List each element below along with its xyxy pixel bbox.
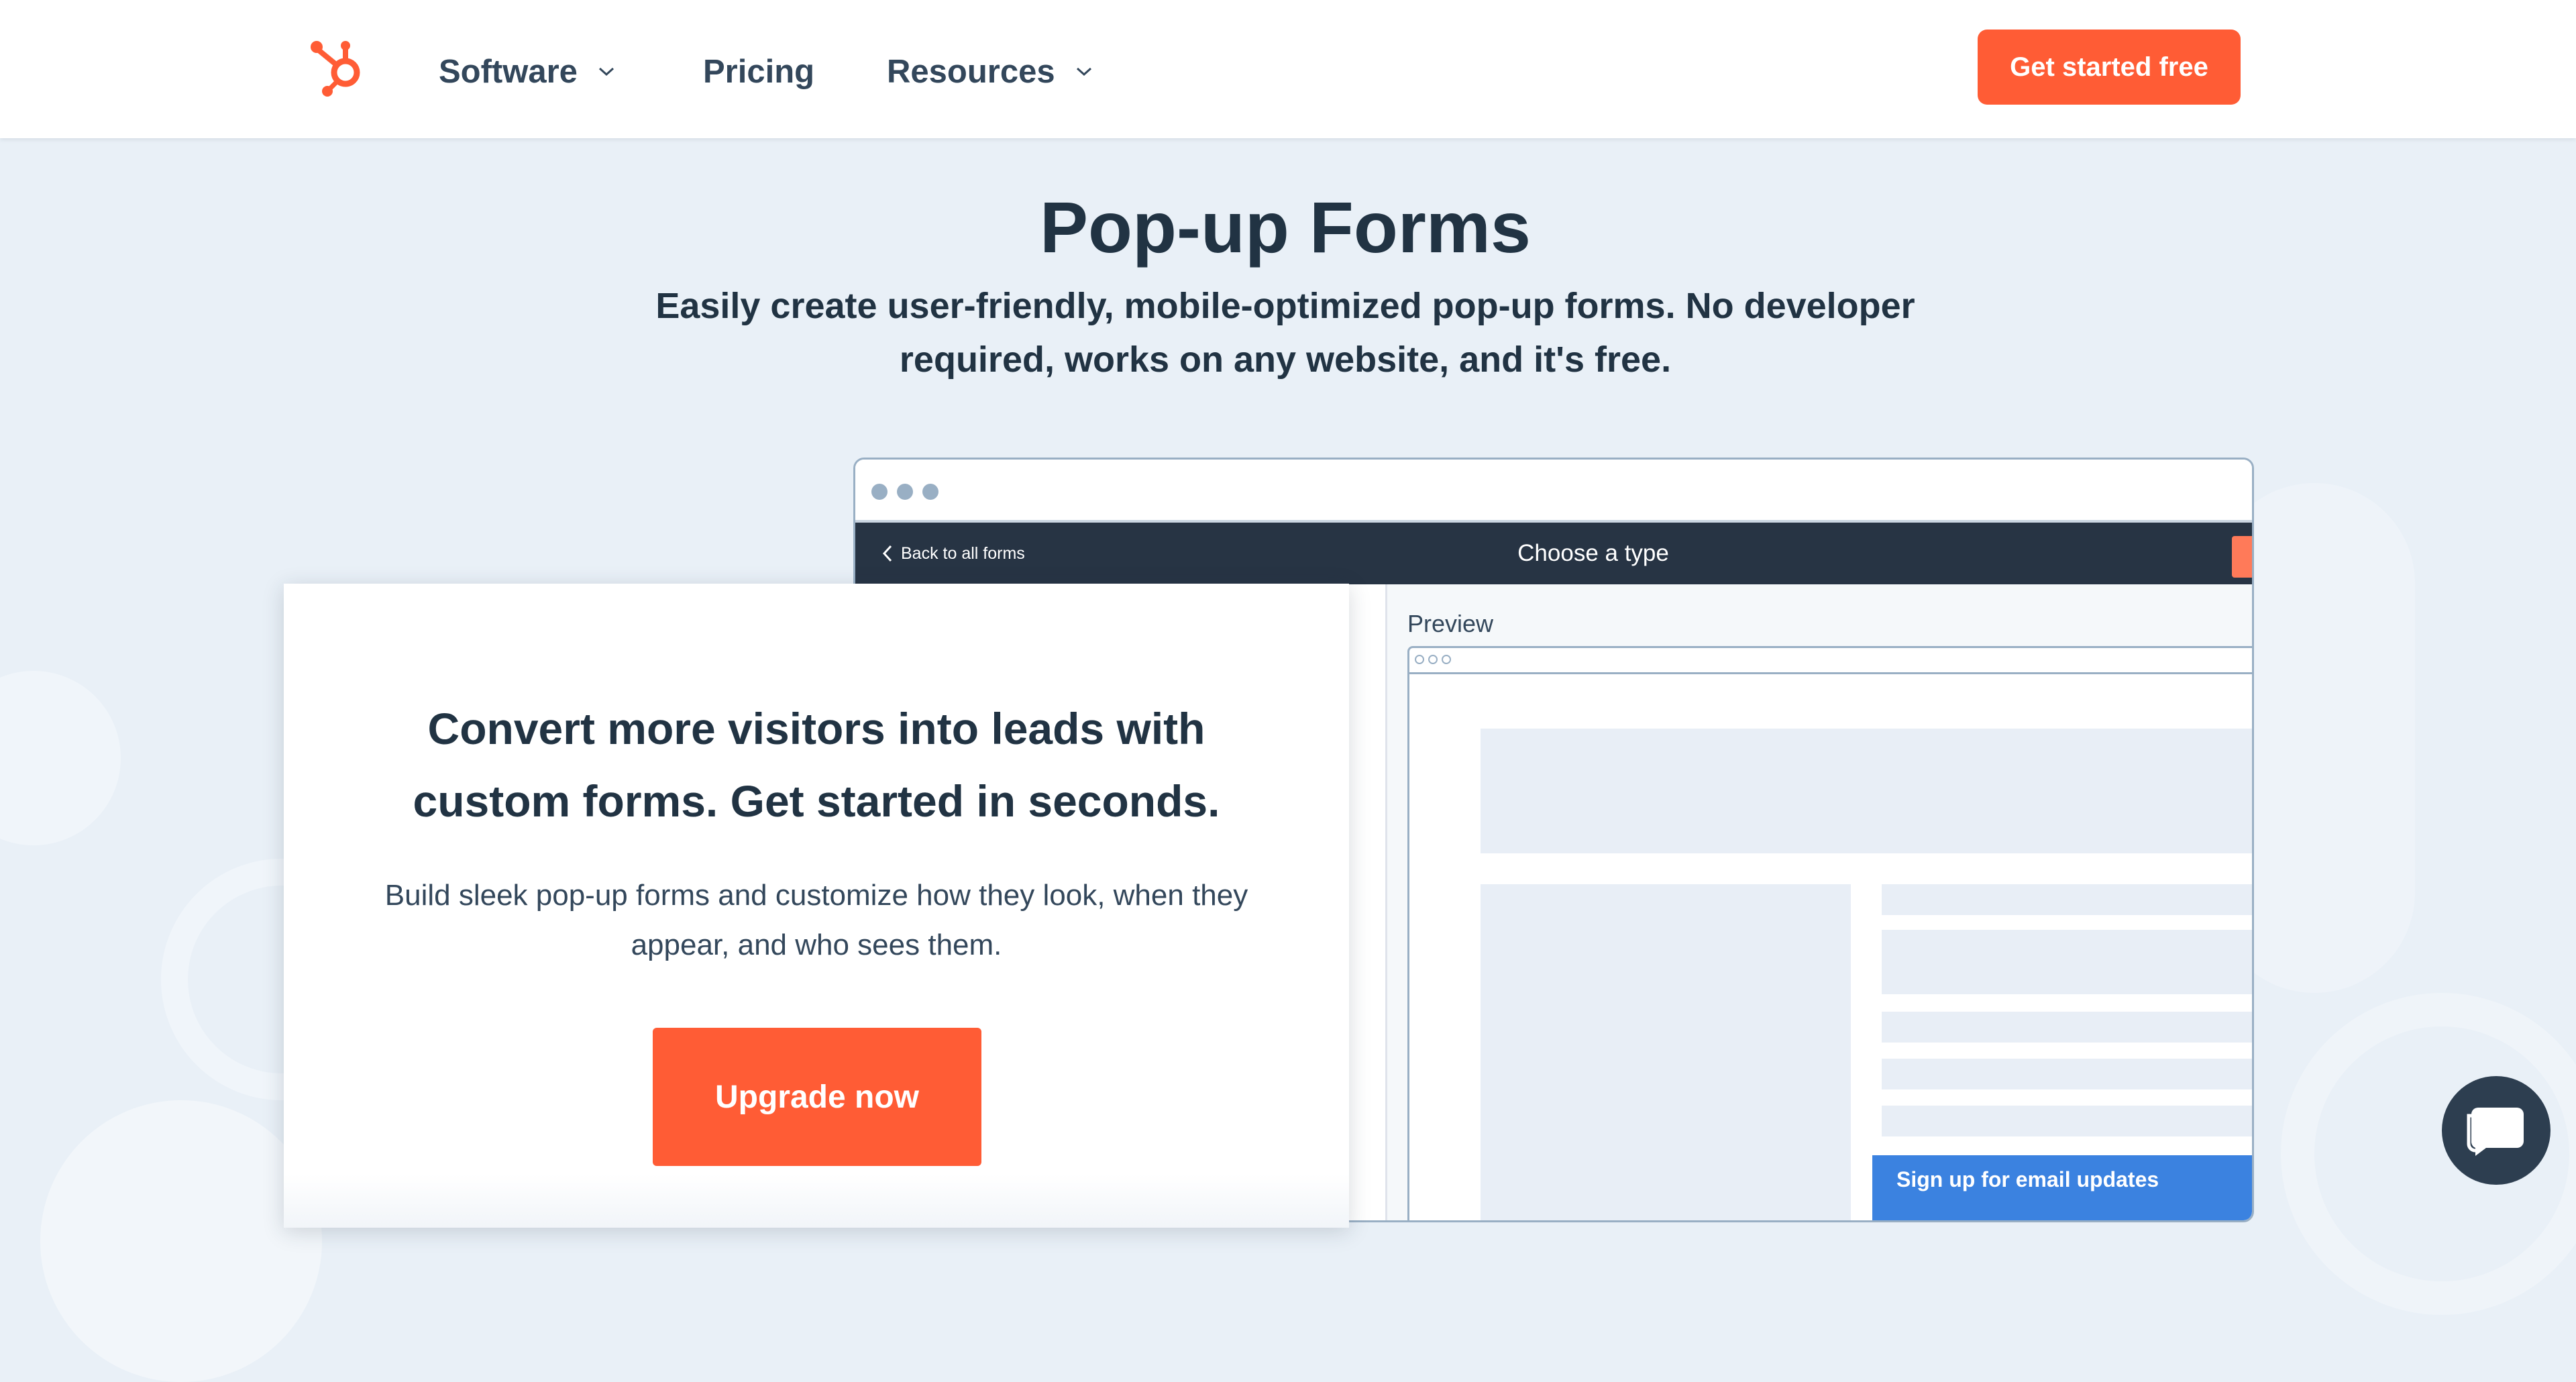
window-dot-icon — [1428, 655, 1438, 664]
app-toolbar: Back to all forms Choose a type — [855, 523, 2252, 584]
preview-label: Preview — [1407, 610, 1494, 637]
window-dot-icon — [871, 484, 888, 500]
preview-pane: Preview Sign up for email updates — [1387, 584, 2252, 1220]
nav-resources[interactable]: Resources — [887, 48, 1093, 95]
window-dot-icon — [1415, 655, 1424, 664]
get-started-free-button[interactable]: Get started free — [1978, 30, 2241, 105]
upgrade-now-button[interactable]: Upgrade now — [653, 1028, 981, 1166]
browser-titlebar — [855, 460, 2252, 523]
card-text-line-1: Build sleek pop-up forms and customize h… — [384, 879, 1248, 912]
placeholder-image-block — [1481, 884, 1851, 1220]
nav-resources-label: Resources — [887, 54, 1055, 90]
site-header: Software Pricing Resources Get started f… — [0, 0, 2576, 138]
placeholder-hero-block — [1481, 729, 2252, 853]
card-title: Convert more visitors into leads with cu… — [337, 692, 1295, 837]
preview-titlebar — [1409, 648, 2252, 674]
window-dot-icon — [922, 484, 938, 500]
nav-software[interactable]: Software — [439, 48, 615, 95]
placeholder-line — [1882, 930, 2252, 994]
chat-bubble-icon — [2467, 1108, 2524, 1156]
subtitle-line-1: Easily create user-friendly, mobile-opti… — [655, 286, 1915, 326]
placeholder-line — [1882, 1106, 2252, 1136]
window-dot-icon — [1442, 655, 1451, 664]
card-description: Build sleek pop-up forms and customize h… — [351, 871, 1282, 970]
page-subtitle: Easily create user-friendly, mobile-opti… — [604, 279, 1967, 386]
card-title-line-2: custom forms. Get started in seconds. — [413, 776, 1220, 826]
upgrade-card: Convert more visitors into leads with cu… — [284, 584, 1349, 1228]
toolbar-action-button[interactable] — [2232, 536, 2252, 578]
placeholder-line — [1882, 1059, 2252, 1089]
app-title: Choose a type — [1517, 540, 1669, 566]
chevron-down-icon — [1076, 67, 1091, 76]
nav-pricing-label: Pricing — [703, 54, 815, 90]
page-title: Pop-up Forms — [1040, 187, 1531, 268]
decor-circle-left — [0, 671, 121, 845]
chat-launcher-button[interactable] — [2442, 1076, 2551, 1185]
decor-circle-bottom-left — [40, 1100, 322, 1382]
placeholder-line — [1882, 884, 2252, 915]
nav-pricing[interactable]: Pricing — [703, 48, 814, 95]
card-title-line-1: Convert more visitors into leads with — [427, 704, 1205, 753]
preview-frame: Sign up for email updates — [1407, 646, 2252, 1220]
popup-form-banner[interactable]: Sign up for email updates — [1872, 1155, 2252, 1220]
card-fade — [284, 1174, 1349, 1228]
nav-software-label: Software — [439, 54, 578, 90]
chevron-down-icon — [598, 67, 614, 76]
placeholder-line — [1882, 1012, 2252, 1043]
subtitle-line-2: required, works on any website, and it's… — [899, 339, 1672, 380]
hubspot-sprocket-icon[interactable] — [310, 35, 370, 99]
card-text-line-2: appear, and who sees them. — [631, 928, 1002, 961]
window-dot-icon — [897, 484, 913, 500]
